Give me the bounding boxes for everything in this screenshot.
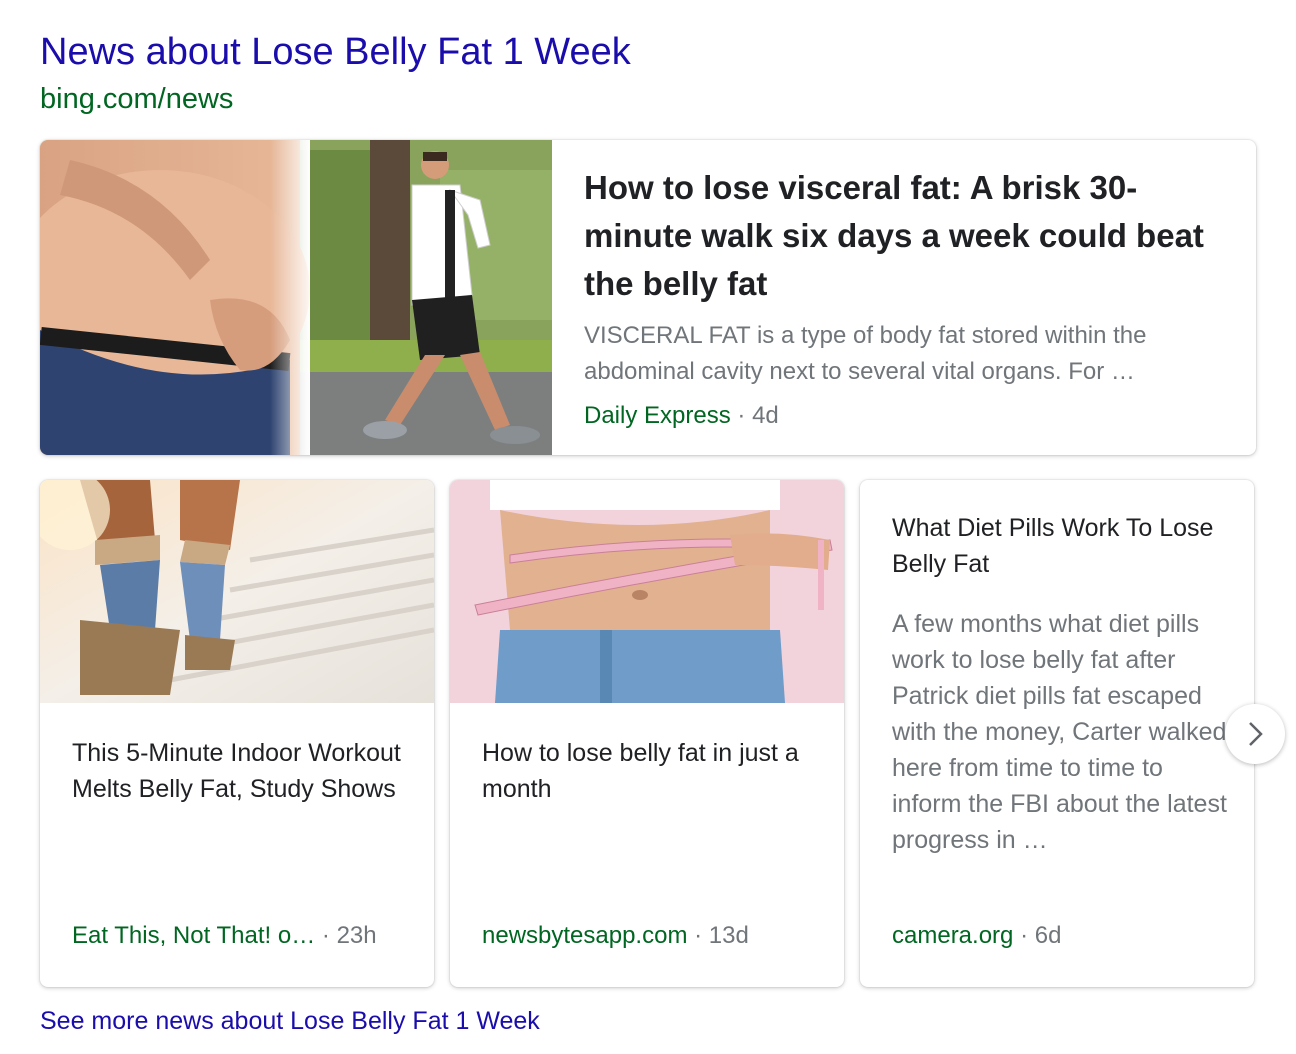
carousel-next-button[interactable] [1225, 704, 1285, 764]
news-card-headline[interactable]: How to lose belly fat in just a month [482, 735, 812, 807]
news-card-headline[interactable]: This 5-Minute Indoor Workout Melts Belly… [72, 735, 402, 807]
news-card-age: 13d [708, 922, 749, 949]
featured-snippet: VISCERAL FAT is a type of body fat store… [584, 322, 1147, 385]
see-more-news-link[interactable]: See more news about Lose Belly Fat 1 Wee… [40, 1005, 540, 1037]
news-card-source: camera.org [892, 922, 1014, 949]
section-title-link[interactable]: News about Lose Belly Fat 1 Week [40, 28, 631, 76]
news-card-meta: camera.org · 6d [892, 920, 1061, 952]
meta-separator: · [321, 922, 330, 949]
featured-news-card[interactable]: How to lose visceral fat: A brisk 30-min… [40, 140, 1256, 455]
featured-source: Daily Express [584, 402, 731, 429]
featured-news-body: How to lose visceral fat: A brisk 30-min… [584, 164, 1224, 432]
news-card[interactable]: How to lose belly fat in just a month ne… [450, 480, 844, 987]
chevron-right-icon [1249, 722, 1263, 746]
news-card-meta: newsbytesapp.com · 13d [482, 920, 749, 952]
meta-separator: · [694, 922, 703, 949]
news-card-source: Eat This, Not That! o… [72, 922, 316, 949]
news-card-source: newsbytesapp.com [482, 922, 688, 949]
featured-meta: Daily Express · 4d [584, 400, 1224, 432]
news-card-image [450, 480, 844, 703]
meta-separator: · [1020, 922, 1029, 949]
news-card-meta: Eat This, Not That! o… · 23h [72, 920, 377, 952]
news-card-image [40, 480, 434, 703]
news-card-snippet: A few months what diet pills work to los… [892, 610, 1227, 854]
featured-age: 4d [752, 402, 779, 429]
featured-news-image [40, 140, 552, 455]
news-card[interactable]: What Diet Pills Work To Lose Belly Fat A… [860, 480, 1254, 987]
news-card-headline[interactable]: What Diet Pills Work To Lose Belly Fat [892, 510, 1222, 582]
meta-separator: · [737, 402, 746, 429]
news-results-section: News about Lose Belly Fat 1 Week bing.co… [0, 0, 1296, 1054]
news-card[interactable]: This 5-Minute Indoor Workout Melts Belly… [40, 480, 434, 987]
section-url: bing.com/news [40, 83, 234, 115]
news-card-age: 6d [1034, 922, 1062, 949]
news-card-age: 23h [336, 922, 377, 949]
featured-headline[interactable]: How to lose visceral fat: A brisk 30-min… [584, 164, 1224, 308]
